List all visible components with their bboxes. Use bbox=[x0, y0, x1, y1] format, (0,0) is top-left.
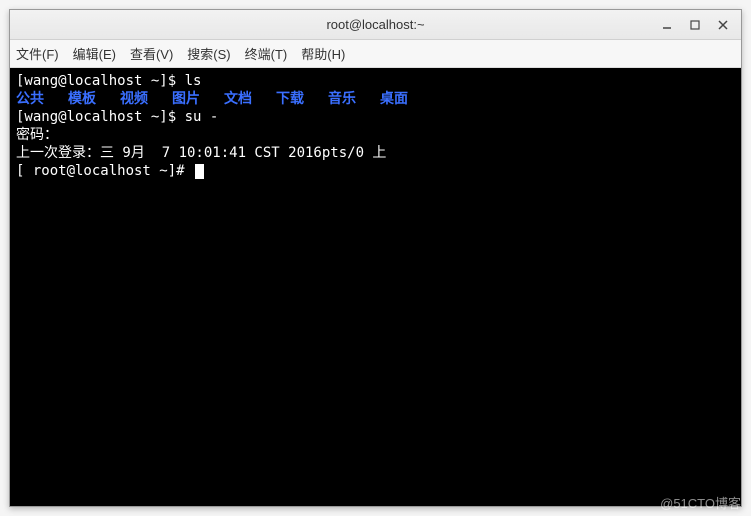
dir-item: 视频 bbox=[120, 90, 148, 108]
prompt: [wang@localhost ~]$ bbox=[16, 109, 185, 125]
dir-item: 音乐 bbox=[328, 90, 356, 108]
dir-item: 模板 bbox=[68, 90, 96, 108]
minimize-button[interactable] bbox=[653, 14, 681, 36]
command: su - bbox=[185, 109, 219, 125]
window-title: root@localhost:~ bbox=[10, 17, 741, 32]
titlebar[interactable]: root@localhost:~ bbox=[10, 10, 741, 40]
menu-search[interactable]: 搜索(S) bbox=[187, 44, 230, 63]
terminal-line: [ root@localhost ~]# bbox=[16, 162, 735, 180]
ls-output: 公共 模板 视频 图片 文档 下载 音乐 桌面 bbox=[16, 90, 735, 108]
menu-terminal[interactable]: 终端(T) bbox=[245, 44, 288, 63]
dir-item: 下载 bbox=[276, 90, 304, 108]
close-button[interactable] bbox=[709, 14, 737, 36]
dir-item: 图片 bbox=[172, 90, 200, 108]
dir-item: 桌面 bbox=[380, 90, 408, 108]
cursor-icon bbox=[195, 164, 204, 179]
close-icon bbox=[718, 20, 728, 30]
dir-item: 文档 bbox=[224, 90, 252, 108]
command: ls bbox=[185, 73, 202, 89]
prompt: [wang@localhost ~]$ bbox=[16, 73, 185, 89]
terminal-line: 上一次登录：三 9月 7 10:01:41 CST 2016pts/0 上 bbox=[16, 144, 735, 162]
maximize-button[interactable] bbox=[681, 14, 709, 36]
prompt: [ root@localhost ~]# bbox=[16, 163, 193, 179]
dir-item: 公共 bbox=[16, 90, 44, 108]
menu-view[interactable]: 查看(V) bbox=[130, 44, 173, 63]
terminal-window: root@localhost:~ 文件(F) 编辑(E) 查看(V) 搜索(S)… bbox=[9, 9, 742, 507]
menubar: 文件(F) 编辑(E) 查看(V) 搜索(S) 终端(T) 帮助(H) bbox=[10, 40, 741, 68]
menu-edit[interactable]: 编辑(E) bbox=[73, 44, 116, 63]
window-controls bbox=[653, 14, 737, 36]
terminal-line: [wang@localhost ~]$ ls bbox=[16, 72, 735, 90]
maximize-icon bbox=[690, 20, 700, 30]
terminal-line: [wang@localhost ~]$ su - bbox=[16, 108, 735, 126]
terminal-area[interactable]: [wang@localhost ~]$ ls 公共 模板 视频 图片 文档 下载… bbox=[10, 68, 741, 506]
minimize-icon bbox=[662, 20, 672, 30]
terminal-line: 密码： bbox=[16, 126, 735, 144]
menu-help[interactable]: 帮助(H) bbox=[301, 44, 345, 63]
menu-file[interactable]: 文件(F) bbox=[16, 44, 59, 63]
